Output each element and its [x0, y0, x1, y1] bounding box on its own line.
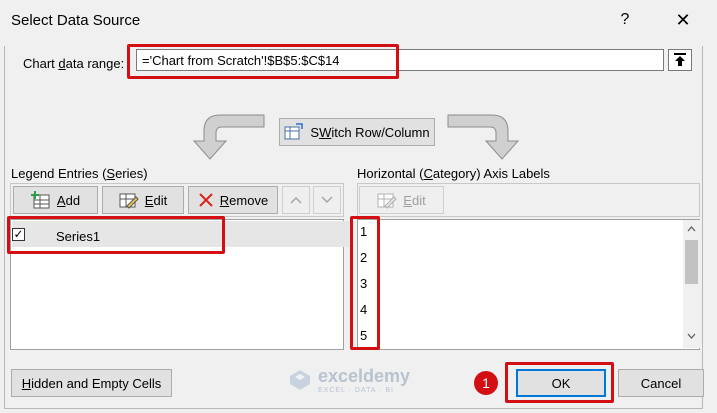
chevron-up-icon	[290, 196, 302, 204]
range-highlight-box	[127, 44, 399, 79]
collapse-arrow-icon	[674, 53, 686, 66]
exceldemy-watermark: exceldemy EXCEL · DATA · BI	[288, 366, 410, 394]
select-data-source-dialog: Select Data Source ? ✕ Chart data range:…	[0, 0, 717, 413]
edit-series-button[interactable]: Edit	[102, 186, 184, 214]
step-badge: 1	[474, 371, 498, 395]
switch-row-column-icon	[284, 123, 304, 140]
add-series-button[interactable]: Add	[13, 186, 98, 214]
switch-row-column-button[interactable]: SWitch Row/Column	[279, 118, 435, 146]
hidden-empty-cells-label: Hidden and Empty Cells	[21, 375, 162, 391]
switch-row-column-label: SWitch Row/Column	[310, 124, 430, 140]
edit-table-icon	[377, 193, 398, 209]
chevron-down-icon	[321, 196, 333, 204]
add-table-icon	[30, 191, 50, 209]
category-labels-list[interactable]	[357, 219, 700, 350]
edit-axis-labels-label: Edit	[403, 192, 426, 208]
add-series-label: Add	[56, 192, 81, 208]
scroll-up-icon	[687, 226, 696, 232]
edit-axis-labels-button[interactable]: Edit	[359, 186, 444, 214]
remove-x-icon	[199, 193, 213, 207]
category-highlight-box	[350, 216, 380, 350]
scroll-down-icon	[687, 333, 696, 339]
remove-series-button[interactable]: Remove	[188, 186, 278, 214]
dialog-title: Select Data Source	[11, 12, 141, 29]
edit-series-label: Edit	[144, 192, 168, 208]
edit-table-icon	[119, 193, 139, 209]
move-down-button[interactable]	[313, 186, 341, 214]
close-button[interactable]: ✕	[672, 8, 694, 32]
cancel-button[interactable]: Cancel	[618, 369, 704, 397]
collapse-dialog-button[interactable]	[668, 49, 692, 71]
left-curved-arrow-icon	[192, 114, 265, 160]
chart-data-range-label: Chart data range:	[23, 56, 125, 71]
remove-series-label: Remove	[219, 192, 269, 208]
help-button[interactable]: ?	[614, 8, 636, 32]
category-axis-labels-label: Horizontal (Category) Axis Labels	[357, 166, 550, 181]
exceldemy-logo-icon	[290, 370, 310, 390]
hidden-empty-cells-button[interactable]: Hidden and Empty Cells	[11, 369, 172, 397]
legend-entries-label: Legend Entries (Series)	[11, 166, 148, 181]
series-highlight-box	[7, 216, 225, 254]
right-curved-arrow-icon	[447, 114, 520, 160]
move-up-button[interactable]	[282, 186, 310, 214]
scrollbar-thumb[interactable]	[685, 240, 698, 284]
ok-highlight-box	[505, 362, 614, 403]
